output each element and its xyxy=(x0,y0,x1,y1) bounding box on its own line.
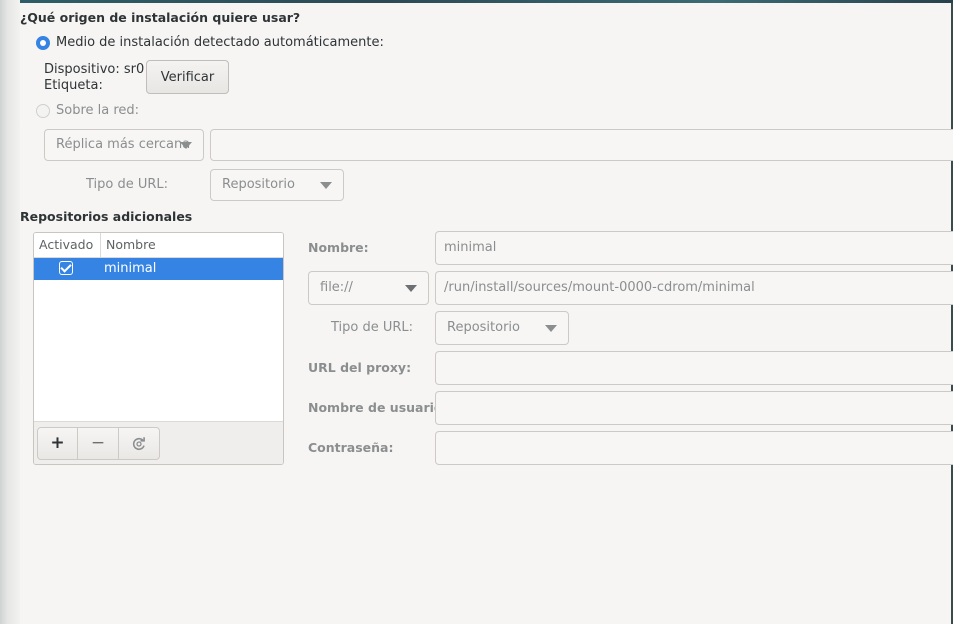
protocol-combo[interactable]: file:// xyxy=(308,271,429,305)
username-input[interactable] xyxy=(435,391,953,425)
network-source-label[interactable]: Sobre la red: xyxy=(56,103,139,118)
network-source-radio[interactable] xyxy=(36,104,50,118)
column-separator xyxy=(100,233,101,257)
source-heading: ¿Qué origen de instalación quiere usar? xyxy=(20,10,301,25)
repos-heading: Repositorios adicionales xyxy=(20,209,193,224)
chevron-down-icon xyxy=(180,142,192,149)
repo-url-type-combo[interactable]: Repositorio xyxy=(435,311,569,345)
refresh-repo-button[interactable] xyxy=(119,427,160,460)
protocol-combo-value: file:// xyxy=(320,280,353,295)
repo-name: minimal xyxy=(104,261,157,276)
password-label: Contraseña: xyxy=(308,440,394,455)
chevron-down-icon xyxy=(320,182,332,189)
repo-name-input[interactable]: minimal xyxy=(435,231,953,265)
network-url-input[interactable] xyxy=(210,129,953,161)
mirror-combo-value: Réplica más cercana xyxy=(56,137,191,152)
tag-label: Etiqueta: xyxy=(44,78,103,93)
url-type-label: Tipo de URL: xyxy=(86,177,169,192)
table-row[interactable]: minimal xyxy=(34,258,283,280)
refresh-icon xyxy=(132,437,145,450)
repo-url-input[interactable]: /run/install/sources/mount-0000-cdrom/mi… xyxy=(435,271,953,305)
plus-icon: + xyxy=(50,433,65,453)
repo-name-label: Nombre: xyxy=(308,240,369,255)
chevron-down-icon xyxy=(545,325,557,332)
window-top-edge xyxy=(0,0,953,3)
window-left-shadow xyxy=(0,0,20,624)
repos-list-header: Activado Nombre xyxy=(34,233,283,258)
repos-list: Activado Nombre minimal + − xyxy=(33,232,284,465)
password-input[interactable] xyxy=(435,431,953,465)
repo-url-type-label: Tipo de URL: xyxy=(331,320,414,335)
auto-source-label[interactable]: Medio de instalación detectado automátic… xyxy=(56,35,384,50)
repo-url-type-value: Repositorio xyxy=(447,320,520,335)
repos-toolbar: + − xyxy=(34,421,283,464)
verify-button[interactable]: Verificar xyxy=(146,60,229,94)
proxy-label: URL del proxy: xyxy=(308,360,412,375)
username-label: Nombre de usuario: xyxy=(308,400,448,415)
remove-repo-button[interactable]: − xyxy=(78,427,119,460)
mirror-combo[interactable]: Réplica más cercana xyxy=(44,129,204,161)
auto-source-radio[interactable] xyxy=(36,36,50,50)
url-type-combo[interactable]: Repositorio xyxy=(210,169,344,201)
minus-icon: − xyxy=(90,433,106,453)
device-label: Dispositivo: sr0 xyxy=(44,62,145,77)
column-enabled[interactable]: Activado xyxy=(39,237,93,252)
url-type-combo-value: Repositorio xyxy=(222,177,295,192)
repo-enabled-checkbox[interactable] xyxy=(59,261,73,275)
column-name[interactable]: Nombre xyxy=(106,237,156,252)
proxy-input[interactable] xyxy=(435,351,953,385)
chevron-down-icon xyxy=(405,285,417,292)
add-repo-button[interactable]: + xyxy=(37,427,78,460)
